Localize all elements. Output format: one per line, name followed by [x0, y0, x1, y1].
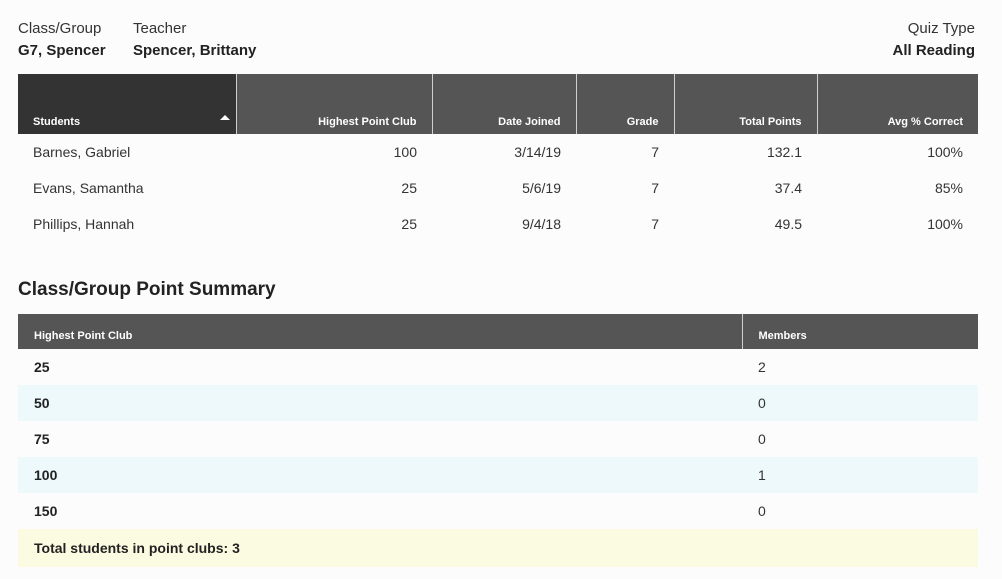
class-group-value: G7, Spencer	[18, 42, 106, 59]
avg-correct: 100%	[927, 144, 963, 160]
teacher-value: Spencer, Brittany	[133, 42, 257, 59]
summary-header-row: Highest Point Club Members	[18, 314, 978, 349]
total-row: Total students in point clubs: 3	[18, 529, 978, 567]
member-count: 0	[758, 431, 766, 447]
column-header-avg-correct[interactable]: Avg % Correct	[816, 74, 978, 134]
avg-correct: 85%	[934, 180, 963, 196]
point-club-report: Class/Group G7, Spencer Teacher Spencer,…	[0, 0, 1002, 579]
table-row: Barnes, Gabriel 100 3/14/19 7 132.1 100%	[18, 134, 978, 170]
teacher-label: Teacher	[133, 20, 187, 37]
point-club: 75	[34, 431, 50, 447]
grade: 7	[651, 216, 659, 232]
students-table: Students Highest Point Club Date Joined …	[18, 74, 978, 242]
table-row: 150 0	[18, 493, 978, 529]
table-row: 75 0	[18, 421, 978, 457]
member-count: 0	[742, 385, 978, 421]
point-club: 150	[34, 503, 58, 519]
highest-point-club: 100	[393, 144, 417, 160]
column-header-members: Members	[741, 314, 978, 349]
table-row: Phillips, Hannah 25 9/4/18 7 49.5 100%	[18, 206, 978, 242]
quiz-type-info: Quiz Type All Reading	[892, 18, 975, 62]
quiz-type-label: Quiz Type	[907, 20, 975, 37]
date-joined: 9/4/18	[522, 216, 561, 232]
point-club: 100	[18, 457, 742, 493]
member-count: 2	[758, 359, 766, 375]
grade: 7	[651, 144, 659, 160]
teacher-info: Teacher Spencer, Brittany	[133, 18, 256, 62]
member-count: 0	[758, 503, 766, 519]
column-header-total-points[interactable]: Total Points	[673, 74, 817, 134]
student-name: Evans, Samantha	[33, 180, 144, 196]
class-group-label: Class/Group	[18, 20, 102, 37]
column-header-students[interactable]: Students	[18, 74, 236, 134]
point-summary-table: Highest Point Club Members 25 2 50 0 75 …	[18, 314, 978, 567]
total-points: 132.1	[766, 144, 802, 160]
summary-title: Class/Group Point Summary	[18, 279, 276, 300]
date-joined: 5/6/19	[522, 180, 561, 196]
total-points: 37.4	[774, 180, 802, 196]
sort-ascending-icon	[219, 115, 230, 120]
students-header-row: Students Highest Point Club Date Joined …	[18, 74, 978, 134]
total-students-text: Total students in point clubs: 3	[18, 529, 978, 567]
highest-point-club: 25	[401, 216, 417, 232]
table-row: 100 1	[18, 457, 978, 493]
quiz-type-value: All Reading	[892, 42, 975, 59]
column-header-highest-point-club: Highest Point Club	[18, 314, 742, 349]
column-header-grade[interactable]: Grade	[575, 74, 674, 134]
total-points: 49.5	[774, 216, 802, 232]
column-header-highest-point-club[interactable]: Highest Point Club	[235, 74, 432, 134]
table-row: 25 2	[18, 349, 978, 385]
class-group-info: Class/Group G7, Spencer	[18, 18, 106, 62]
point-club: 25	[34, 359, 50, 375]
table-row: Evans, Samantha 25 5/6/19 7 37.4 85%	[18, 170, 978, 206]
highest-point-club: 25	[401, 180, 417, 196]
date-joined: 3/14/19	[514, 144, 561, 160]
member-count: 1	[742, 457, 978, 493]
column-header-label: Students	[33, 116, 81, 128]
table-row: 50 0	[18, 385, 978, 421]
grade: 7	[651, 180, 659, 196]
student-name: Barnes, Gabriel	[33, 144, 131, 160]
student-name: Phillips, Hannah	[33, 216, 135, 232]
avg-correct: 100%	[927, 216, 963, 232]
point-club: 50	[18, 385, 742, 421]
column-header-date-joined[interactable]: Date Joined	[431, 74, 576, 134]
